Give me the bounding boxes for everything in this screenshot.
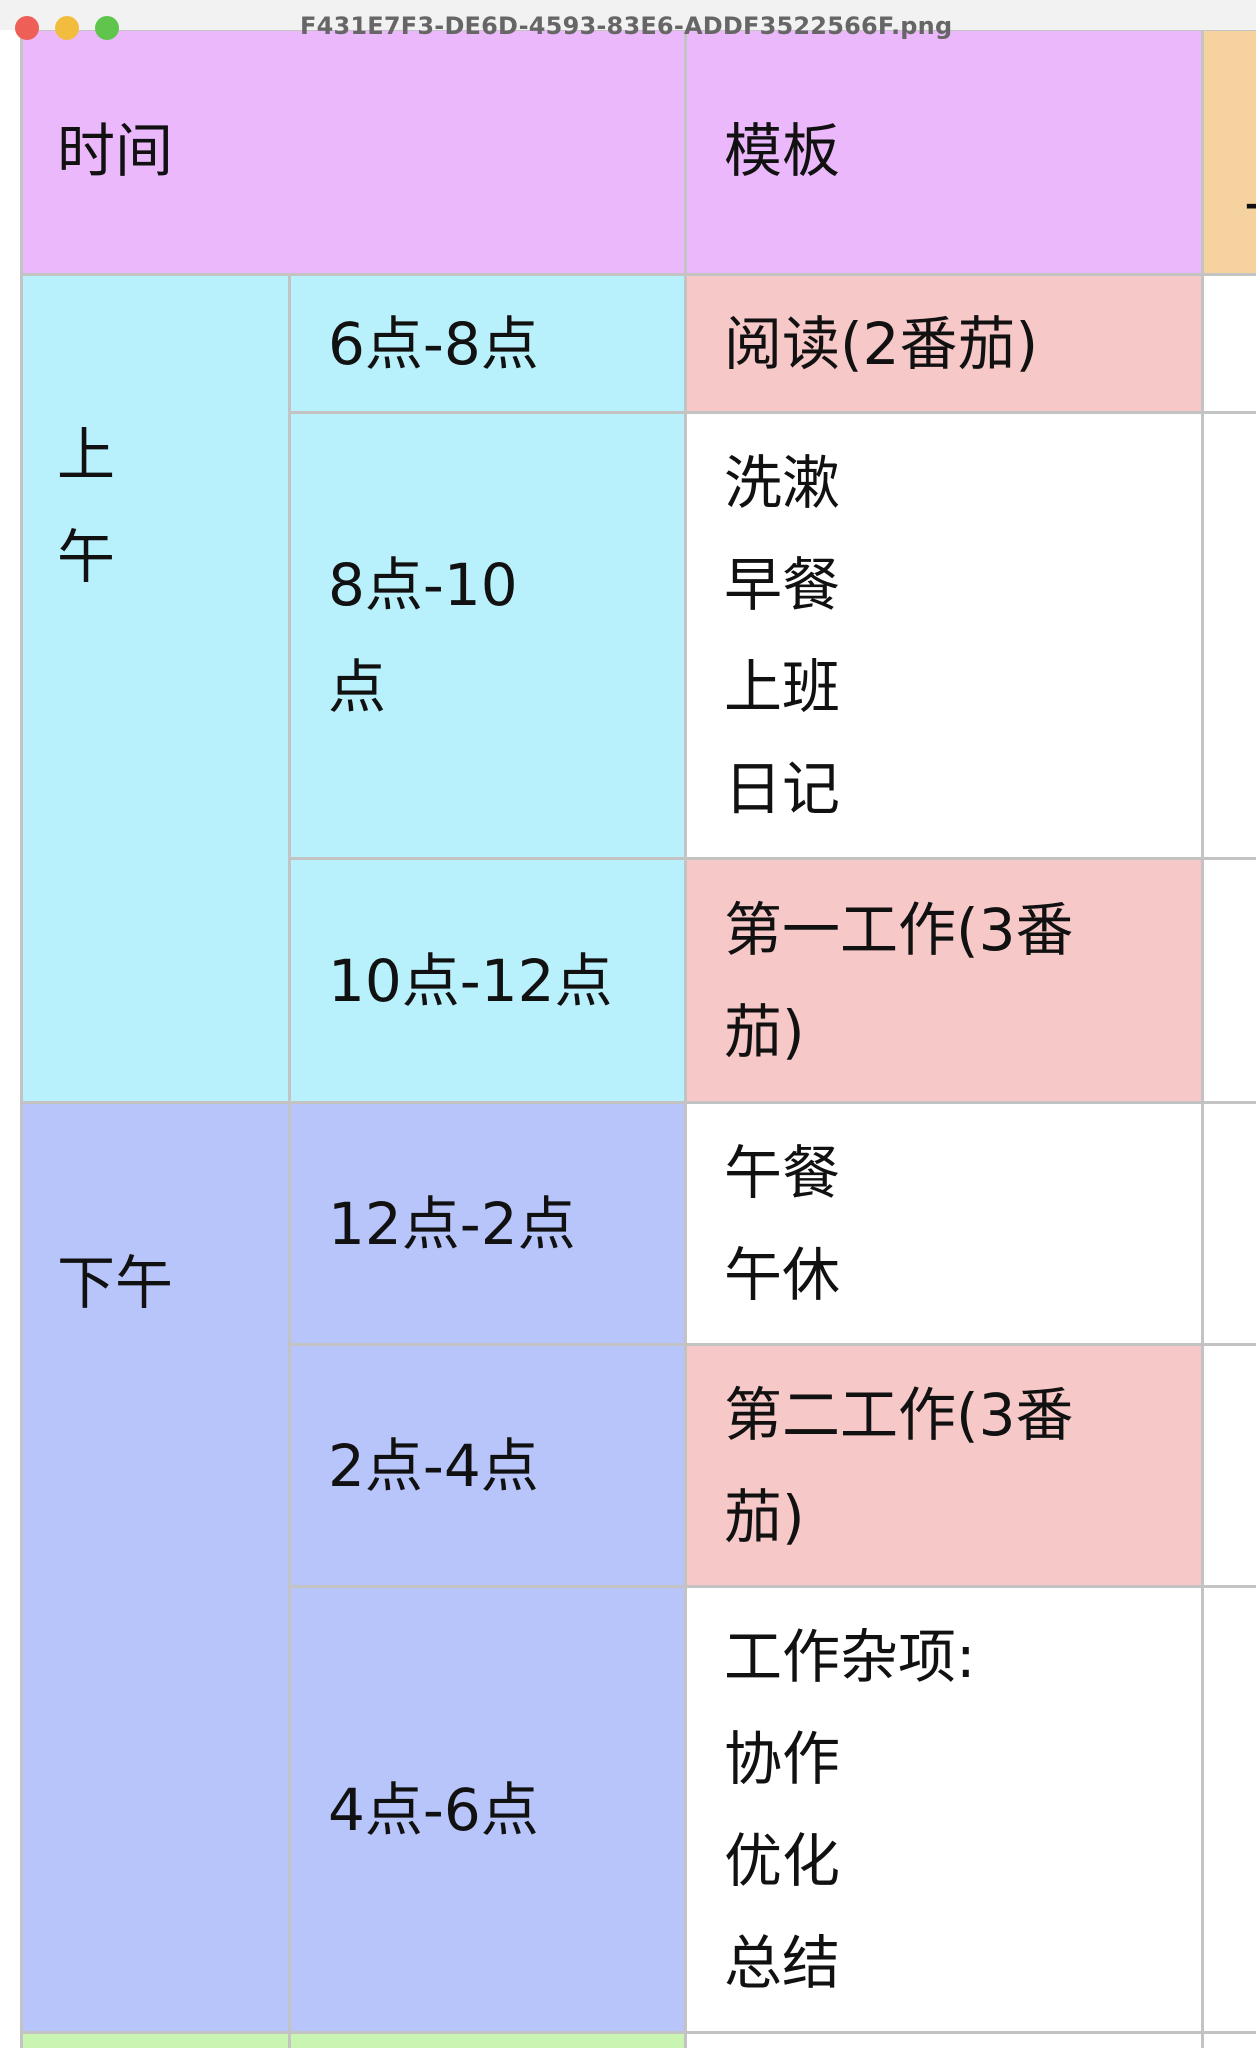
next-section-extra-cell bbox=[1204, 2034, 1256, 2048]
header-partial-cell: - bbox=[1204, 28, 1256, 276]
template-cell-6-8: 阅读(2番茄) bbox=[687, 276, 1204, 414]
next-section-time-cell bbox=[291, 2034, 687, 2048]
template-cell-10-12: 第一工作(3番 茄) bbox=[687, 860, 1204, 1104]
group-label-afternoon: 下午 bbox=[20, 1104, 291, 2034]
time-cell-12-2: 12点-2点 bbox=[291, 1104, 687, 1346]
template-cell-12-2: 午餐 午休 bbox=[687, 1104, 1204, 1346]
group-label-morning: 上 午 bbox=[20, 276, 291, 1104]
time-text-10-12: 10点-12点 bbox=[328, 946, 613, 1015]
time-text-6-8: 6点-8点 bbox=[328, 309, 539, 378]
extra-cell-12-2 bbox=[1204, 1104, 1256, 1346]
template-cell-2-4: 第二工作(3番 茄) bbox=[687, 1346, 1204, 1588]
template-text-12-2: 午餐 午休 bbox=[724, 1138, 841, 1309]
time-text-12-2: 12点-2点 bbox=[328, 1189, 576, 1258]
group-label-morning-text: 上 午 bbox=[57, 421, 116, 591]
header-template-label: 模板 bbox=[724, 116, 841, 185]
template-text-10-12: 第一工作(3番 茄) bbox=[724, 895, 1074, 1066]
template-text-4-6: 工作杂项: 协作 优化 总结 bbox=[724, 1622, 976, 1997]
time-text-4-6: 4点-6点 bbox=[328, 1775, 539, 1844]
template-cell-4-6: 工作杂项: 协作 优化 总结 bbox=[687, 1588, 1204, 2034]
time-cell-6-8: 6点-8点 bbox=[291, 276, 687, 414]
schedule-table: 时间 模板 - 上 午 6点-8点 阅读(2番茄) 8点-10 点 洗漱 早餐 … bbox=[0, 0, 1256, 2048]
template-text-8-10: 洗漱 早餐 上班 日记 bbox=[724, 448, 841, 823]
time-cell-2-4: 2点-4点 bbox=[291, 1346, 687, 1588]
header-time-label: 时间 bbox=[57, 116, 174, 185]
header-template-cell: 模板 bbox=[687, 28, 1204, 276]
time-text-8-10: 8点-10 点 bbox=[328, 550, 518, 721]
extra-cell-10-12 bbox=[1204, 860, 1256, 1104]
template-text-2-4: 第二工作(3番 茄) bbox=[724, 1380, 1074, 1551]
template-cell-8-10: 洗漱 早餐 上班 日记 bbox=[687, 414, 1204, 860]
extra-cell-4-6 bbox=[1204, 1588, 1256, 2034]
next-section-label-cell bbox=[20, 2034, 291, 2048]
zoom-button[interactable] bbox=[95, 16, 119, 40]
title-bar: F431E7F3-DE6D-4593-83E6-ADDF3522566F.png bbox=[0, 0, 1256, 40]
extra-cell-8-10 bbox=[1204, 414, 1256, 860]
time-cell-8-10: 8点-10 点 bbox=[291, 414, 687, 860]
group-label-afternoon-text: 下午 bbox=[57, 1249, 174, 1317]
minimize-button[interactable] bbox=[55, 16, 79, 40]
window-title: F431E7F3-DE6D-4593-83E6-ADDF3522566F.png bbox=[300, 12, 953, 40]
time-cell-4-6: 4点-6点 bbox=[291, 1588, 687, 2034]
extra-cell-2-4 bbox=[1204, 1346, 1256, 1588]
image-viewer-window: 时间 模板 - 上 午 6点-8点 阅读(2番茄) 8点-10 点 洗漱 早餐 … bbox=[0, 0, 1256, 2048]
next-section-template-cell bbox=[687, 2034, 1204, 2048]
template-text-6-8: 阅读(2番茄) bbox=[724, 309, 1039, 378]
extra-cell-6-8 bbox=[1204, 276, 1256, 414]
header-time-cell: 时间 bbox=[20, 28, 687, 276]
close-button[interactable] bbox=[15, 16, 39, 40]
time-text-2-4: 2点-4点 bbox=[328, 1431, 539, 1500]
time-cell-10-12: 10点-12点 bbox=[291, 860, 687, 1104]
header-partial-label: - bbox=[1244, 49, 1256, 253]
